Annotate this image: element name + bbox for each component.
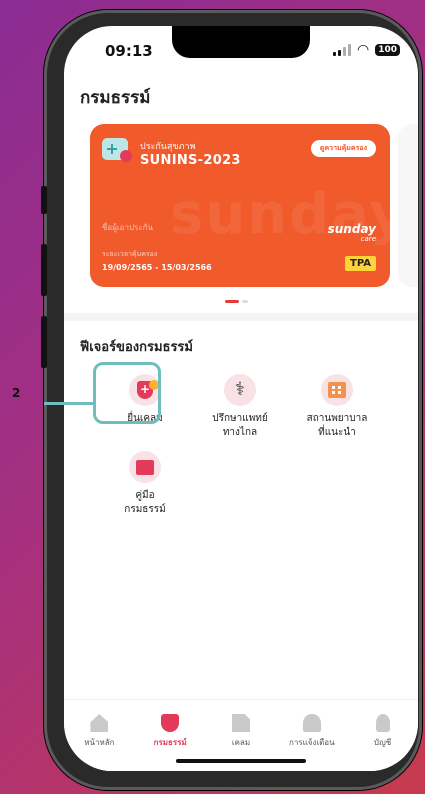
mute-switch [41, 186, 47, 214]
policy-name: SUNINS-2023 [140, 153, 241, 168]
page-title: กรมธรรม์ [80, 88, 151, 108]
hospital-icon [321, 374, 353, 406]
tab-account[interactable]: บัญชี [351, 714, 415, 771]
user-icon [375, 714, 390, 732]
feature-label: กรมธรรม์ [124, 504, 166, 515]
insured-name-label: ชื่อผู้เอาประกัน [102, 223, 153, 232]
features-section-title: ฟีเจอร์ของกรมธรรม์ [80, 340, 193, 355]
policy-card[interactable]: ประกันสุขภาพ SUNINS-2023 ดูความคุ้มครอง … [90, 124, 390, 287]
status-icons: ◠ 100 [332, 42, 400, 58]
tpa-badge: TPA [345, 256, 376, 271]
shield-icon [161, 714, 180, 732]
section-divider [64, 313, 418, 321]
claim-highlight-box [93, 362, 161, 424]
feature-label: สถานพยาบาล [306, 413, 368, 424]
feature-policy-manual[interactable]: คู่มือ กรมธรรม์ [100, 451, 190, 517]
home-indicator[interactable] [176, 759, 306, 763]
feature-hospitals[interactable]: สถานพยาบาล ที่แนะนำ [292, 374, 382, 440]
signal-icon [332, 44, 351, 56]
wifi-icon: ◠ [356, 42, 370, 58]
step-number-label: 2 [12, 386, 21, 400]
volume-down-button [41, 316, 47, 368]
carousel-dot[interactable] [242, 300, 248, 303]
coverage-period-value: 19/09/2565 - 15/03/2566 [102, 263, 212, 272]
sunday-care-logo: sunday care [327, 222, 376, 243]
tab-label: การแจ้งเตือน [288, 738, 335, 747]
book-icon [129, 451, 161, 483]
tab-label: หน้าหลัก [84, 738, 115, 747]
tab-label: เคลม [231, 738, 251, 747]
tab-label: กรมธรรม์ [153, 738, 187, 747]
annotation-connector-line [44, 402, 94, 405]
home-icon [90, 714, 109, 732]
feature-label: ปรึกษาแพทย์ [212, 413, 268, 424]
battery-icon: 100 [375, 44, 400, 56]
feature-telemedicine[interactable]: ⚕ ปรึกษาแพทย์ ทางไกล [195, 374, 285, 440]
notch [172, 26, 310, 58]
status-time: 09:13 [105, 42, 153, 60]
feature-label: ที่แนะนำ [318, 427, 356, 438]
stethoscope-icon: ⚕ [224, 374, 256, 406]
tab-home[interactable]: หน้าหลัก [67, 714, 131, 771]
bell-icon [302, 714, 321, 732]
health-insurance-icon [102, 138, 132, 162]
view-coverage-button[interactable]: ดูความคุ้มครอง [310, 140, 376, 157]
coverage-period-label: ระยะเวลาคุ้มครอง [102, 250, 158, 258]
document-icon [231, 714, 250, 732]
feature-label: ทางไกล [222, 427, 258, 438]
policy-type: ประกันสุขภาพ [140, 142, 196, 152]
carousel-dot-active [225, 300, 239, 303]
volume-up-button [41, 244, 47, 296]
next-card-peek[interactable] [398, 124, 418, 287]
tab-label: บัญชี [373, 738, 392, 747]
feature-label: คู่มือ [135, 490, 155, 501]
carousel-indicator [225, 300, 248, 303]
